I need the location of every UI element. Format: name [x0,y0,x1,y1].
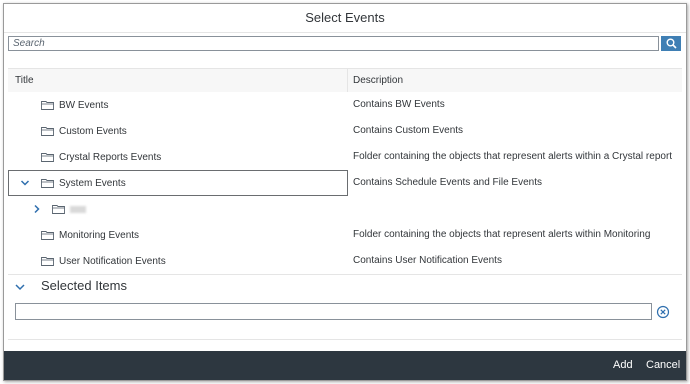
search-icon [666,38,677,49]
chevron-down-icon [20,180,30,186]
table-row[interactable] [8,196,682,223]
row-description: Contains Schedule Events and File Events [353,177,542,188]
folder-icon [41,101,54,110]
table-row[interactable]: System Events Contains Schedule Events a… [8,170,682,197]
expand-toggle[interactable] [20,170,30,196]
clear-icon [656,305,670,319]
add-button[interactable]: Add [613,351,633,380]
row-title: Monitoring Events [59,229,140,241]
row-description: Contains BW Events [353,99,445,110]
table-row[interactable]: Crystal Reports Events Folder containing… [8,144,682,171]
folder-icon [41,179,54,188]
selected-items-toggle[interactable] [14,281,26,293]
chevron-right-icon [34,204,40,214]
search-input[interactable] [8,36,659,51]
dialog-footer: Add Cancel [4,351,686,380]
row-title: User Notification Events [59,255,166,267]
selected-items-field[interactable] [15,303,652,320]
table-row[interactable]: Monitoring Events Folder containing the … [8,222,682,249]
table-row[interactable]: Custom Events Contains Custom Events [8,118,682,145]
folder-icon [52,205,65,214]
table-header: Title Description [8,68,682,93]
chevron-down-icon [15,284,25,291]
row-title: Crystal Reports Events [59,151,162,163]
clear-button[interactable] [656,305,670,319]
column-header-title[interactable]: Title [15,69,34,92]
row-description: Folder containing the objects that repre… [353,151,673,162]
column-header-description[interactable]: Description [353,69,403,92]
dialog-title: Select Events [4,4,686,33]
folder-icon [41,153,54,162]
table-row[interactable]: BW Events Contains BW Events [8,92,682,119]
row-description: Contains Custom Events [353,125,464,136]
search-button[interactable] [661,36,681,51]
row-title: System Events [59,177,126,189]
section-divider [8,339,682,340]
folder-icon [41,127,54,136]
row-description: Folder containing the objects that repre… [353,229,651,240]
select-events-dialog: Select Events Title Description BW Event… [3,3,687,381]
row-title: Custom Events [59,125,127,137]
folder-icon [41,231,54,240]
redacted-label [70,205,86,213]
folder-icon [41,257,54,266]
table-row[interactable]: User Notification Events Contains User N… [8,248,682,275]
row-description: Contains User Notification Events [353,255,502,266]
expand-toggle[interactable] [33,196,41,222]
selected-items-title: Selected Items [41,278,127,293]
row-title: BW Events [59,99,109,111]
cancel-button[interactable]: Cancel [646,351,680,380]
